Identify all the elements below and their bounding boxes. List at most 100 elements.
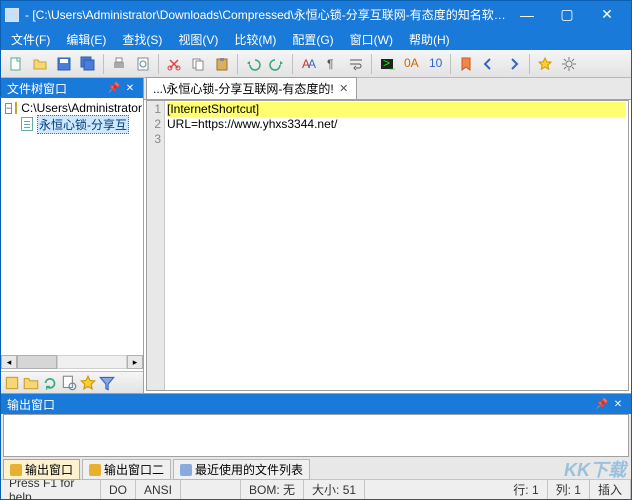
tree-refresh-icon[interactable] <box>41 374 59 392</box>
preview-icon[interactable] <box>132 53 154 75</box>
scroll-thumb[interactable] <box>17 355 57 369</box>
tree-file-row[interactable]: 永恒心锁-分享互 <box>19 116 141 132</box>
tree-file-label: 永恒心锁-分享互 <box>37 115 129 134</box>
status-line: 行: 1 <box>505 480 547 499</box>
menu-window[interactable]: 窗口(W) <box>342 29 401 50</box>
status-col: 列: 1 <box>548 480 590 499</box>
tree-root-label: C:\Users\Administrator <box>21 101 142 115</box>
scroll-track[interactable] <box>57 355 127 369</box>
scroll-left-icon[interactable]: ◂ <box>1 355 17 369</box>
maximize-button[interactable]: ▢ <box>547 1 587 28</box>
file-tree-title: 文件树窗口 <box>7 80 67 97</box>
status-insert: 插入 <box>590 480 631 499</box>
panel-close-icon[interactable]: ✕ <box>123 81 137 95</box>
undo-icon[interactable] <box>242 53 264 75</box>
menu-help[interactable]: 帮助(H) <box>401 29 458 50</box>
file-tree-header: 文件树窗口 📌 ✕ <box>1 78 143 98</box>
output-title: 输出窗口 <box>7 396 55 413</box>
code-line: URL=https://www.yhxs3344.net/ <box>167 117 626 132</box>
code-line <box>167 132 626 147</box>
tree-fav-icon[interactable] <box>79 374 97 392</box>
file-icon <box>21 117 33 131</box>
save-icon[interactable] <box>53 53 75 75</box>
copy-icon[interactable] <box>187 53 209 75</box>
tab-close-icon[interactable]: ✕ <box>338 83 350 95</box>
svg-text:>_: >_ <box>383 56 395 70</box>
output-tab-icon <box>180 464 192 476</box>
output-tab-label: 输出窗口 <box>25 461 73 478</box>
file-tree-body[interactable]: − C:\Users\Administrator 永恒心锁-分享互 ◂ ▸ <box>1 98 143 371</box>
output-tab[interactable]: 最近使用的文件列表 <box>173 459 310 480</box>
bookmark-icon[interactable] <box>455 53 477 75</box>
tree-bottom-toolbar <box>1 371 143 393</box>
gutter-line: 3 <box>150 132 161 147</box>
output-header: 输出窗口 📌 ✕ <box>1 394 631 414</box>
gear-icon[interactable] <box>558 53 580 75</box>
hex-icon[interactable]: 0A10 <box>400 53 422 75</box>
output-tab-label: 输出窗口二 <box>104 461 164 478</box>
status-encoding: ANSI <box>136 480 181 499</box>
wrap-icon[interactable] <box>345 53 367 75</box>
editor-tab[interactable]: ...\永恒心锁-分享互联网-有态度的! ✕ <box>146 77 357 99</box>
code-line: [InternetShortcut] <box>167 102 626 117</box>
tree-filter-icon[interactable] <box>98 374 116 392</box>
open-file-icon[interactable] <box>29 53 51 75</box>
menu-file[interactable]: 文件(F) <box>3 29 58 50</box>
tree-findfile-icon[interactable] <box>60 374 78 392</box>
pin-icon[interactable]: 📌 <box>107 81 121 95</box>
save-all-icon[interactable] <box>77 53 99 75</box>
menu-compare[interactable]: 比较(M) <box>226 29 284 50</box>
close-button[interactable]: ✕ <box>587 1 627 28</box>
output-body[interactable] <box>3 414 629 457</box>
menu-search[interactable]: 查找(S) <box>114 29 170 50</box>
status-bom: BOM: 无 <box>241 480 304 499</box>
menu-config[interactable]: 配置(G) <box>284 29 341 50</box>
output-tab-icon <box>10 464 22 476</box>
tree-open-icon[interactable] <box>22 374 40 392</box>
paste-icon[interactable] <box>211 53 233 75</box>
file-tree-panel: 文件树窗口 📌 ✕ − C:\Users\Administrator 永恒心锁-… <box>1 78 144 393</box>
pin-icon[interactable]: 📌 <box>595 397 609 411</box>
window-title: - [C:\Users\Administrator\Downloads\Comp… <box>25 6 507 23</box>
status-do: DO <box>101 480 136 499</box>
svg-text:A: A <box>308 57 316 71</box>
editor-gutter: 1 2 3 <box>147 101 165 390</box>
menu-view[interactable]: 视图(V) <box>170 29 226 50</box>
paragraph-icon[interactable]: ¶ <box>321 53 343 75</box>
binary-icon[interactable]: 10 <box>424 53 446 75</box>
scroll-right-icon[interactable]: ▸ <box>127 355 143 369</box>
collapse-icon[interactable]: − <box>5 103 12 114</box>
editor-tabbar: ...\永恒心锁-分享互联网-有态度的! ✕ <box>144 78 631 100</box>
editor-body[interactable]: 1 2 3 [InternetShortcut] URL=https://www… <box>146 100 629 391</box>
menubar: 文件(F) 编辑(E) 查找(S) 视图(V) 比较(M) 配置(G) 窗口(W… <box>1 28 631 50</box>
output-tabbar: 输出窗口 输出窗口二 最近使用的文件列表 <box>1 457 631 479</box>
output-tab-label: 最近使用的文件列表 <box>195 461 303 478</box>
new-file-icon[interactable] <box>5 53 27 75</box>
svg-text:10: 10 <box>429 56 443 70</box>
svg-text:0A10: 0A10 <box>404 56 419 70</box>
tree-hscrollbar[interactable]: ◂ ▸ <box>1 355 143 371</box>
output-tab[interactable]: 输出窗口二 <box>82 459 171 480</box>
prev-mark-icon[interactable] <box>479 53 501 75</box>
star-icon[interactable] <box>534 53 556 75</box>
editor-panel: ...\永恒心锁-分享互联网-有态度的! ✕ 1 2 3 [InternetSh… <box>144 78 631 393</box>
tree-new-icon[interactable] <box>3 374 21 392</box>
statusbar: Press F1 for help DO ANSI BOM: 无 大小: 51 … <box>1 479 631 499</box>
status-size: 大小: 51 <box>304 480 365 499</box>
gutter-line: 2 <box>150 117 161 132</box>
redo-icon[interactable] <box>266 53 288 75</box>
output-tab-icon <box>89 464 101 476</box>
print-icon[interactable] <box>108 53 130 75</box>
cmd-icon[interactable]: >_ <box>376 53 398 75</box>
next-mark-icon[interactable] <box>503 53 525 75</box>
status-help: Press F1 for help <box>1 480 101 499</box>
status-empty <box>181 480 241 499</box>
cut-icon[interactable] <box>163 53 185 75</box>
aa-icon[interactable]: AA <box>297 53 319 75</box>
panel-close-icon[interactable]: ✕ <box>611 397 625 411</box>
code-area[interactable]: [InternetShortcut] URL=https://www.yhxs3… <box>165 101 628 390</box>
output-tab[interactable]: 输出窗口 <box>3 459 80 480</box>
minimize-button[interactable]: — <box>507 1 547 28</box>
menu-edit[interactable]: 编辑(E) <box>58 29 114 50</box>
main-toolbar: AA ¶ >_ 0A10 10 <box>1 50 631 78</box>
